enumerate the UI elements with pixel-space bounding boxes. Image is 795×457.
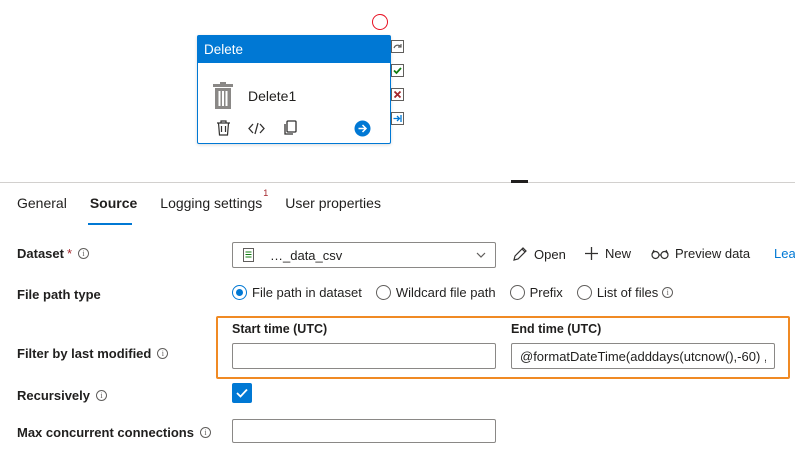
- recursively-checkbox[interactable]: [232, 383, 252, 403]
- open-label: Open: [534, 246, 566, 262]
- file-path-type-label: File path type: [17, 287, 101, 302]
- radio-label: File path in dataset: [252, 285, 362, 300]
- info-icon: i: [662, 287, 674, 298]
- learn-label: Lea: [774, 246, 795, 261]
- radio-selected-dot: [232, 285, 247, 300]
- max-connections-input[interactable]: [232, 419, 496, 443]
- max-connections-label-row: Max concurrent connections i: [17, 425, 211, 440]
- delete-activity-card[interactable]: Delete Delete1: [197, 35, 391, 144]
- tab-logging-settings-label: Logging settings: [160, 195, 263, 211]
- completion-output-icon[interactable]: [391, 112, 404, 125]
- dataset-label: Dataset: [17, 246, 64, 261]
- active-tab-indicator: [88, 223, 132, 225]
- dataset-dropdown[interactable]: …_data_csv: [232, 242, 496, 268]
- start-time-input[interactable]: [232, 343, 496, 369]
- pipeline-canvas[interactable]: Delete Delete1: [0, 0, 795, 182]
- tab-logging-settings[interactable]: Logging settings 1: [160, 188, 268, 221]
- radio-file-path-in-dataset[interactable]: File path in dataset: [232, 285, 362, 300]
- info-icon: i: [78, 248, 90, 259]
- properties-tabs: General Source Logging settings 1 User p…: [17, 188, 404, 221]
- max-connections-label: Max concurrent connections: [17, 425, 194, 440]
- new-label: New: [605, 246, 632, 261]
- code-view-icon[interactable]: [247, 119, 265, 137]
- delete-activity-icon: [213, 81, 233, 109]
- annotation-circle: [372, 14, 388, 30]
- radio-label: Prefix: [529, 285, 563, 300]
- tab-user-properties[interactable]: User properties: [285, 195, 381, 221]
- panel-divider: [0, 182, 795, 183]
- pencil-icon: [513, 247, 527, 261]
- plus-icon: [585, 247, 598, 260]
- file-path-type-radio-group: File path in dataset Wildcard file path …: [232, 285, 674, 300]
- delete-tool-icon[interactable]: [214, 119, 232, 137]
- preview-data-button[interactable]: Preview data: [651, 246, 750, 261]
- panel-resize-handle[interactable]: [511, 180, 528, 183]
- tab-source[interactable]: Source: [90, 195, 137, 221]
- skip-output-icon[interactable]: [391, 40, 404, 53]
- radio-list-of-files[interactable]: List of files: [576, 285, 659, 300]
- learn-more-link[interactable]: Lea: [774, 246, 795, 261]
- dataset-value: …_data_csv: [270, 247, 343, 263]
- success-output-icon[interactable]: [391, 64, 404, 77]
- chevron-down-icon: [476, 252, 486, 258]
- info-icon: i: [199, 427, 211, 438]
- recursively-label-row: Recursively i: [17, 388, 107, 403]
- new-dataset-button[interactable]: New: [584, 246, 631, 261]
- radio-dot: [375, 285, 391, 300]
- required-marker: *: [66, 246, 73, 261]
- start-time-label: Start time (UTC): [232, 322, 328, 336]
- tab-general[interactable]: General: [17, 195, 67, 221]
- activity-type-header: Delete: [198, 36, 390, 63]
- radio-prefix[interactable]: Prefix: [509, 285, 563, 300]
- recursively-label: Recursively: [17, 388, 90, 403]
- radio-label: List of files: [596, 285, 659, 300]
- activity-name: Delete1: [248, 87, 297, 104]
- filter-label-row: Filter by last modified i: [17, 346, 169, 361]
- failure-output-icon[interactable]: [391, 88, 404, 101]
- radio-wildcard-file-path[interactable]: Wildcard file path: [375, 285, 496, 300]
- info-icon: i: [96, 390, 107, 401]
- filter-label: Filter by last modified: [17, 346, 152, 361]
- end-time-input[interactable]: [511, 343, 775, 369]
- navigate-arrow-icon[interactable]: [353, 119, 371, 137]
- info-icon: i: [157, 348, 169, 359]
- preview-label: Preview data: [675, 246, 751, 261]
- radio-dot: [576, 285, 592, 300]
- checkmark-icon: [236, 388, 248, 398]
- radio-label: Wildcard file path: [395, 285, 496, 300]
- dataset-file-icon: [243, 248, 254, 262]
- copy-icon[interactable]: [281, 119, 299, 137]
- error-count-badge: 1: [263, 188, 269, 198]
- radio-dot: [509, 285, 525, 300]
- end-time-label: End time (UTC): [511, 322, 602, 336]
- glasses-icon: [651, 249, 669, 259]
- dataset-label-row: Dataset * i: [17, 246, 90, 261]
- open-dataset-button[interactable]: Open: [512, 246, 566, 262]
